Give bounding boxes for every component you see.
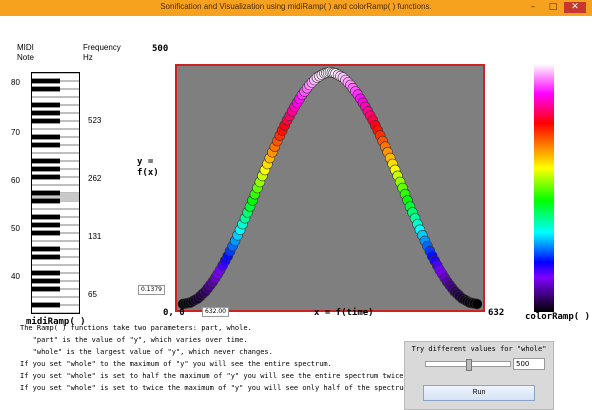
black-key [32,142,60,148]
maximize-button[interactable]: □ [546,2,560,13]
x-max-label: 632 [488,308,505,318]
black-key [32,102,60,108]
midi-tick-60: 60 [11,176,20,185]
run-button[interactable]: Run [423,385,535,401]
black-key [32,158,60,164]
description-line-5: If you set "whole" is set to half the ma… [20,372,408,380]
black-key [32,118,60,124]
scatter-plot-svg [177,66,483,310]
frequency-label: Frequency Hz [83,43,121,62]
description-line-3: "whole" is the largest value of "y", whi… [20,348,273,356]
plot-area [175,64,485,312]
black-key [32,230,60,236]
y-axis-label: y = f(x) [137,157,159,178]
main-content: MIDI Note Frequency Hz 80 70 60 50 40 52… [0,16,592,410]
freq-tick-262: 262 [88,174,102,183]
black-key [32,190,60,196]
piano-panel: MIDI Note Frequency Hz 80 70 60 50 40 52… [6,36,133,327]
black-key [32,278,60,284]
whole-input[interactable]: 500 [513,358,545,370]
black-key [32,214,60,220]
black-key [32,110,60,116]
piano-keys-svg [32,73,79,313]
midi-note-label: MIDI Note [17,43,34,62]
data-point [471,298,483,310]
black-key [32,86,60,92]
midi-tick-50: 50 [11,224,20,233]
x-axis-label: x = f(time) [314,308,374,318]
midi-tick-70: 70 [11,128,20,137]
slider-thumb[interactable] [466,359,472,371]
description-line-4: If you set "whole" to the maximum of "y"… [20,360,332,368]
description-line-1: The Ramp( ) functions take two parameter… [20,324,252,332]
black-key [32,286,60,292]
black-key [32,246,60,252]
black-key [32,222,60,228]
close-button[interactable]: ✕ [564,2,586,13]
black-key [32,302,60,308]
midi-tick-40: 40 [11,272,20,281]
black-key [32,174,60,180]
black-key [32,270,60,276]
freq-tick-131: 131 [88,232,102,241]
whole-prompt: Try different values for "whole" [411,345,547,353]
description-line-2: "part" is the value of "y", which varies… [20,336,248,344]
origin-label: 0, 0 [163,308,185,318]
midi-tick-80: 80 [11,78,20,87]
colorramp-label: colorRamp( ) [525,312,591,322]
black-key [32,134,60,140]
y-readout: 0.1379 [138,285,165,295]
freq-tick-523: 523 [88,116,102,125]
x-readout: 632.00 [202,307,229,317]
colorramp-bar [534,64,554,312]
window-title: Sonification and Visualization using mid… [160,2,432,11]
freq-tick-65: 65 [88,290,97,299]
description-line-6: If you set "whole" is set to twice the m… [20,384,408,392]
whole-slider[interactable] [425,359,511,371]
black-key [32,78,60,84]
y-top-label: 500 [152,44,169,54]
black-key [32,198,60,204]
minimize-button[interactable]: – [526,2,540,13]
piano-keyboard[interactable] [31,72,80,314]
black-key [32,254,60,260]
title-bar: Sonification and Visualization using mid… [0,0,592,17]
black-key [32,166,60,172]
